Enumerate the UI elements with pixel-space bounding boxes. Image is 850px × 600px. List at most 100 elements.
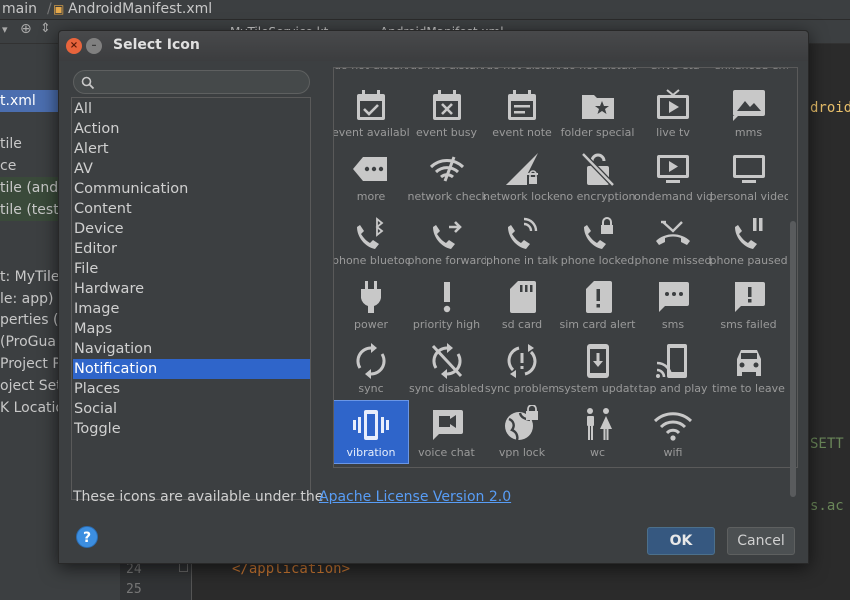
icon-label: network check: [407, 190, 486, 203]
icon-cell-network-locked[interactable]: network locked: [483, 145, 561, 207]
icon-cell-system-update[interactable]: system update: [559, 337, 637, 399]
dialog-title: Select Icon: [113, 37, 200, 53]
tree-item[interactable]: Project P: [0, 353, 61, 375]
cut-off-label: enhanced encr: [714, 68, 788, 72]
help-button[interactable]: ?: [76, 526, 98, 548]
icon-cell-vibration[interactable]: vibration: [334, 400, 409, 464]
target-icon[interactable]: ⊕: [20, 21, 32, 37]
tree-item[interactable]: (ProGua: [0, 331, 56, 353]
search-icon: [81, 76, 95, 90]
icon-cell-ondemand-video[interactable]: ondemand video: [634, 145, 712, 207]
icon-cell-phone-forward[interactable]: phone forward: [408, 209, 486, 271]
icon-cell-phone-bluetooth[interactable]: phone bluetooth: [334, 209, 410, 271]
cut-off-label: do not disturb: [334, 68, 408, 72]
category-social[interactable]: Social: [73, 399, 310, 419]
category-alert[interactable]: Alert: [73, 139, 310, 159]
icon-cell-phone-paused[interactable]: phone paused: [710, 209, 788, 271]
icon-cell-phone-locked[interactable]: phone locked: [561, 209, 635, 271]
icon-label: event busy: [415, 126, 478, 139]
category-toggle[interactable]: Toggle: [73, 419, 310, 439]
icon-label: time to leave: [712, 382, 785, 395]
folder-special-icon: [581, 95, 614, 119]
ondemand-video-icon: [657, 155, 689, 183]
icon-cell-no-encryption[interactable]: no encryption: [559, 145, 636, 207]
tree-item[interactable]: t: MyTile: [0, 266, 60, 288]
dialog-titlebar[interactable]: × – Select Icon: [59, 31, 808, 61]
icon-cell-time-to-leave[interactable]: time to leave: [712, 337, 786, 399]
category-editor[interactable]: Editor: [73, 239, 310, 259]
ok-button[interactable]: OK: [647, 527, 715, 555]
breadcrumb-manifest[interactable]: AndroidManifest.xml: [68, 0, 212, 18]
icon-cell-power[interactable]: power: [334, 273, 408, 335]
icon-cell-sd-card[interactable]: sd card: [485, 273, 559, 335]
icon-label: power: [354, 318, 388, 331]
tree-item[interactable]: K Locatio: [0, 397, 64, 419]
category-device[interactable]: Device: [73, 219, 310, 239]
search-input[interactable]: [73, 70, 310, 94]
phone-bluetooth-icon: [357, 217, 384, 249]
icon-label: phone locked: [560, 254, 635, 267]
cut-off-label: do not disturb: [486, 68, 560, 72]
fold-marker-icon[interactable]: [179, 563, 188, 572]
icon-label: event available: [333, 126, 410, 139]
icon-cell-personal-video[interactable]: personal video: [710, 145, 788, 207]
icon-cell-more[interactable]: more: [334, 145, 408, 207]
breadcrumb-main[interactable]: main: [2, 0, 37, 18]
icon-cell-sim-card-alert[interactable]: sim card alert: [560, 273, 636, 335]
icon-cell-phone-missed[interactable]: phone missed: [635, 209, 711, 271]
icon-cell-sync-disabled[interactable]: sync disabled: [409, 337, 484, 399]
icon-label: folder special: [560, 126, 635, 139]
icon-cell-phone-in-talk[interactable]: phone in talk: [485, 209, 559, 271]
icon-cell-event-available[interactable]: event available: [333, 81, 410, 143]
manifest-file-icon: ▣: [53, 2, 65, 16]
icon-cell-event-busy[interactable]: event busy: [410, 81, 484, 143]
icon-cell-sms-failed[interactable]: sms failed: [712, 273, 786, 335]
icon-cell-sync-problem[interactable]: sync problem: [485, 337, 559, 399]
category-list: All Action Alert AV Communication Content Devi…: [71, 97, 311, 500]
icon-cell-wc[interactable]: wc: [561, 401, 635, 463]
icon-cell-sync[interactable]: sync: [334, 337, 408, 399]
category-content[interactable]: Content: [73, 199, 310, 219]
ide-navigation-bar: main / ▣ AndroidManifest.xml: [0, 0, 850, 20]
icon-cell-live-tv[interactable]: live tv: [636, 81, 710, 143]
icon-cell-network-check[interactable]: network check: [407, 145, 486, 207]
icon-cell-folder-special[interactable]: folder special: [561, 81, 635, 143]
tree-item[interactable]: ce: [0, 155, 16, 177]
icon-grid-scrollbar[interactable]: [790, 221, 796, 497]
icon-cell-tap-and-play[interactable]: tap and play: [636, 337, 710, 399]
icon-cell-vpn-lock[interactable]: vpn lock: [485, 401, 559, 463]
icon-cell-mms[interactable]: mms: [712, 81, 786, 143]
category-all[interactable]: All: [73, 99, 310, 119]
no-encryption-icon: [580, 152, 615, 187]
cancel-button[interactable]: Cancel: [727, 527, 795, 555]
wc-icon: [586, 408, 612, 440]
icon-cell-voice-chat[interactable]: voice chat: [410, 401, 484, 463]
tree-item[interactable]: le: app): [0, 288, 53, 310]
dropdown-icon[interactable]: ▾: [2, 23, 8, 36]
category-image[interactable]: Image: [73, 299, 310, 319]
category-av[interactable]: AV: [73, 159, 310, 179]
tree-item[interactable]: perties (: [0, 309, 58, 331]
category-hardware[interactable]: Hardware: [73, 279, 310, 299]
icon-cell-wifi[interactable]: wifi: [636, 401, 710, 463]
category-action[interactable]: Action: [73, 119, 310, 139]
sync-problem-icon: [507, 344, 537, 378]
category-maps[interactable]: Maps: [73, 319, 310, 339]
minimize-icon[interactable]: –: [86, 38, 102, 54]
icon-cell-sms[interactable]: sms: [636, 273, 710, 335]
category-notification[interactable]: Notification: [73, 359, 310, 379]
split-icon[interactable]: ⇕: [40, 21, 51, 36]
icon-cell-event-note[interactable]: event note: [485, 81, 559, 143]
category-places[interactable]: Places: [73, 379, 310, 399]
icon-label: sync problem: [484, 382, 560, 395]
license-link[interactable]: Apache License Version 2.0: [319, 489, 511, 505]
tree-item[interactable]: t.xml: [0, 90, 66, 112]
category-communication[interactable]: Communication: [73, 179, 310, 199]
category-navigation[interactable]: Navigation: [73, 339, 310, 359]
code-snippet: s.ac: [810, 498, 844, 514]
close-icon[interactable]: ×: [66, 38, 82, 54]
category-file[interactable]: File: [73, 259, 310, 279]
tree-item[interactable]: tile: [0, 133, 22, 155]
icon-cell-priority-high[interactable]: priority high: [410, 273, 484, 335]
line-number: 25: [126, 582, 142, 597]
